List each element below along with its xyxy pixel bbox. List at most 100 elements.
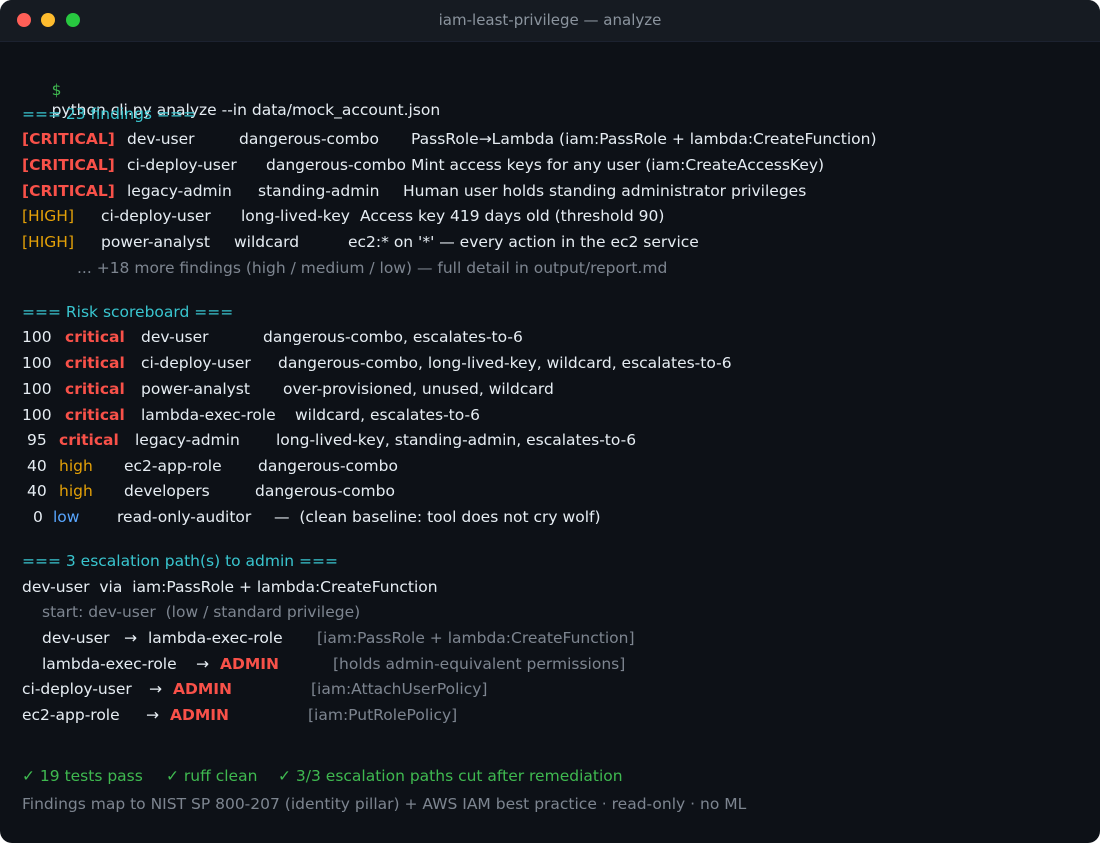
step-reason: [iam:PassRole + lambda:CreateFunction] [317,629,635,647]
risk-principal: power-analyst [141,380,250,398]
step-reason: [holds admin-equivalent permissions] [333,655,626,673]
risk-level: low [53,508,80,526]
risk-principal: ec2-app-role [124,457,222,475]
finding-row: [CRITICAL] dev-user dangerous-combo Pass… [22,129,1082,149]
arrow-icon: → [149,680,162,698]
finding-row: [CRITICAL] legacy-admin standing-admin H… [22,181,1082,201]
risk-score: 40 [27,482,47,500]
risk-tags: dangerous-combo, escalates-to-6 [263,328,523,346]
escalation-header: === 3 escalation path(s) to admin === [22,552,339,570]
finding-rule: standing-admin [258,182,380,200]
risk-principal: dev-user [141,328,209,346]
risk-principal: ci-deploy-user [141,354,251,372]
risk-score: 100 [22,328,52,346]
finding-severity: [CRITICAL] [22,182,115,200]
step-from: dev-user [42,629,110,647]
finding-principal: ci-deploy-user [101,207,211,225]
path-from: ec2-app-role [22,706,120,724]
risk-score: 100 [22,406,52,424]
scoreboard-row: 95 critical legacy-admin long-lived-key,… [22,430,1082,450]
risk-tags: dangerous-combo, long-lived-key, wildcar… [278,354,732,372]
step-to: lambda-exec-role [148,629,283,647]
risk-tags: dangerous-combo [258,457,398,475]
admin-target: ADMIN [220,655,280,673]
finding-detail: PassRole→Lambda (iam:PassRole + lambda:C… [411,130,877,148]
path-reason: [iam:PutRolePolicy] [308,706,458,724]
finding-severity: [CRITICAL] [22,156,115,174]
tests-pass-status: ✓ 19 tests pass [22,767,143,785]
finding-rule: dangerous-combo [239,130,379,148]
risk-tags: — (clean baseline: tool does not cry wol… [274,508,601,526]
admin-target: ADMIN [170,706,230,724]
risk-score: 95 [27,431,47,449]
risk-score: 40 [27,457,47,475]
footer-note: Findings map to NIST SP 800-207 (identit… [22,795,747,813]
risk-level: critical [59,431,119,449]
scoreboard-row: 100 critical ci-deploy-user dangerous-co… [22,353,1082,373]
escalation-path: ec2-app-role → ADMIN [iam:PutRolePolicy] [22,705,1062,725]
escalation-path: ci-deploy-user → ADMIN [iam:AttachUserPo… [22,679,1062,699]
scoreboard-row: 40 high ec2-app-role dangerous-combo [22,456,1082,476]
finding-severity: [HIGH] [22,233,74,251]
risk-level: critical [65,380,125,398]
risk-score: 100 [22,380,52,398]
finding-principal: ci-deploy-user [127,156,237,174]
more-findings-note: ... +18 more findings (high / medium / l… [77,259,668,277]
scoreboard-row: 100 critical dev-user dangerous-combo, e… [22,327,1082,347]
finding-rule: wildcard [234,233,300,251]
escalation-path-start: start: dev-user (low / standard privileg… [42,603,361,621]
risk-principal: developers [124,482,210,500]
risk-tags: over-provisioned, unused, wildcard [283,380,554,398]
scoreboard-row: 100 critical power-analyst over-provisio… [22,379,1082,399]
escalation-cut-status: ✓ 3/3 escalation paths cut after remedia… [278,767,623,785]
path-from: ci-deploy-user [22,680,132,698]
finding-row: [CRITICAL] ci-deploy-user dangerous-comb… [22,155,1082,175]
finding-principal: power-analyst [101,233,210,251]
findings-header: === 23 findings === [22,105,196,123]
scoreboard-row: 40 high developers dangerous-combo [22,481,1082,501]
arrow-icon: → [124,629,137,647]
finding-principal: legacy-admin [127,182,232,200]
risk-principal: legacy-admin [135,431,240,449]
risk-tags: dangerous-combo [255,482,395,500]
finding-severity: [CRITICAL] [22,130,115,148]
risk-tags: wildcard, escalates-to-6 [295,406,480,424]
risk-level: critical [65,328,125,346]
finding-severity: [HIGH] [22,207,74,225]
risk-level: critical [65,354,125,372]
scoreboard-row: 100 critical lambda-exec-role wildcard, … [22,405,1082,425]
scoreboard-row: 0 low read-only-auditor — (clean baselin… [22,507,1082,527]
finding-rule: dangerous-combo [266,156,406,174]
risk-principal: read-only-auditor [117,508,252,526]
summary-line: ✓ 19 tests pass ✓ ruff clean ✓ 3/3 escal… [22,766,1062,786]
admin-target: ADMIN [173,680,233,698]
escalation-step: dev-user → lambda-exec-role [iam:PassRol… [22,628,1062,648]
command-line: $ python cli.py analyze --in data/mock_a… [22,60,441,119]
finding-detail: Human user holds standing administrator … [403,182,807,200]
risk-principal: lambda-exec-role [141,406,276,424]
finding-row: [HIGH] power-analyst wildcard ec2:* on '… [22,232,1082,252]
finding-detail: Mint access keys for any user (iam:Creat… [411,156,825,174]
escalation-step: lambda-exec-role → ADMIN [holds admin-eq… [22,654,1062,674]
finding-principal: dev-user [127,130,195,148]
risk-level: critical [65,406,125,424]
finding-detail: Access key 419 days old (threshold 90) [360,207,665,225]
scoreboard-header: === Risk scoreboard === [22,303,234,321]
window-title: iam-least-privilege — analyze [438,11,662,29]
escalation-path-title: dev-user via iam:PassRole + lambda:Creat… [22,578,438,596]
title-bar: iam-least-privilege — analyze [0,0,1100,42]
arrow-icon: → [146,706,159,724]
path-reason: [iam:AttachUserPolicy] [311,680,488,698]
risk-level: high [59,457,93,475]
risk-level: high [59,482,93,500]
arrow-icon: → [196,655,209,673]
ruff-clean-status: ✓ ruff clean [166,767,258,785]
finding-detail: ec2:* on '*' — every action in the ec2 s… [348,233,699,251]
step-from: lambda-exec-role [42,655,177,673]
finding-row: [HIGH] ci-deploy-user long-lived-key Acc… [22,206,1082,226]
finding-rule: long-lived-key [241,207,350,225]
risk-tags: long-lived-key, standing-admin, escalate… [276,431,637,449]
risk-score: 100 [22,354,52,372]
terminal-window: iam-least-privilege — analyze $ python c… [0,0,1100,843]
prompt-symbol: $ [51,81,62,99]
